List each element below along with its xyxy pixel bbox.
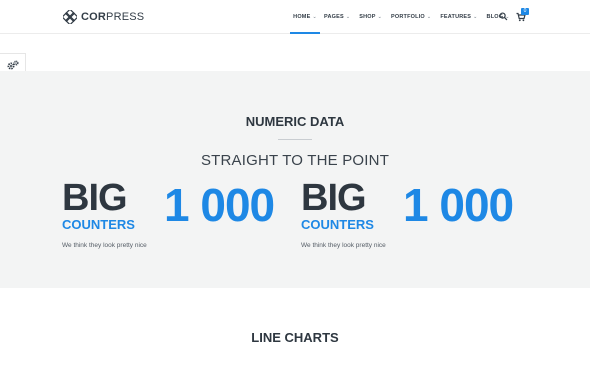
logo-text: CORPRESS bbox=[81, 11, 145, 23]
site-header: CORPRESS HOME ⌄ PAGES ⌄ SHOP ⌄ PORTFOLIO ⌄ F… bbox=[0, 0, 590, 34]
site-logo[interactable]: CORPRESS bbox=[63, 10, 144, 24]
counter-subheading: COUNTERS bbox=[62, 217, 135, 232]
nav-item-features[interactable]: FEATURES ⌄ bbox=[440, 0, 477, 34]
chevron-down-icon: ⌄ bbox=[345, 14, 351, 20]
title-divider bbox=[278, 139, 312, 140]
cart-count-badge: 0 bbox=[521, 8, 529, 15]
nav-item-portfolio[interactable]: PORTFOLIO ⌄ bbox=[391, 0, 431, 34]
counter-number: 1 000 bbox=[164, 179, 275, 231]
nav-item-pages[interactable]: PAGES ⌄ bbox=[324, 0, 350, 34]
numeric-data-title: NUMERIC DATA bbox=[245, 114, 345, 129]
nav-item-home[interactable]: HOME ⌄ bbox=[290, 0, 320, 34]
counter-heading: BIG bbox=[301, 177, 367, 219]
counter-number: 1 000 bbox=[403, 179, 514, 231]
chevron-down-icon: ⌄ bbox=[377, 14, 383, 20]
diamond-logo-icon bbox=[63, 10, 77, 24]
chevron-down-icon: ⌄ bbox=[426, 14, 432, 20]
nav-item-label: FEATURES bbox=[440, 14, 472, 20]
counter-heading: BIG bbox=[62, 177, 128, 219]
counter-subheading: COUNTERS bbox=[301, 217, 374, 232]
nav-item-label: SHOP bbox=[359, 14, 376, 20]
search-icon[interactable] bbox=[499, 12, 508, 21]
nav-item-label: HOME bbox=[293, 14, 311, 20]
nav-item-label: PAGES bbox=[324, 14, 344, 20]
nav-item-label: PORTFOLIO bbox=[391, 14, 425, 20]
numeric-data-subtitle: STRAIGHT TO THE POINT bbox=[200, 152, 390, 169]
counter-description: We think they look pretty nice bbox=[301, 242, 386, 249]
main-nav: HOME ⌄ PAGES ⌄ SHOP ⌄ PORTFOLIO ⌄ FEATURES ⌄ … bbox=[290, 0, 519, 34]
counter-description: We think they look pretty nice bbox=[62, 242, 147, 249]
chevron-down-icon: ⌄ bbox=[473, 14, 478, 20]
chevron-down-icon: ⌄ bbox=[312, 14, 317, 20]
nav-item-shop[interactable]: SHOP ⌄ bbox=[359, 0, 382, 34]
gears-icon bbox=[7, 60, 18, 70]
line-charts-title: LINE CHARTS bbox=[251, 330, 339, 345]
